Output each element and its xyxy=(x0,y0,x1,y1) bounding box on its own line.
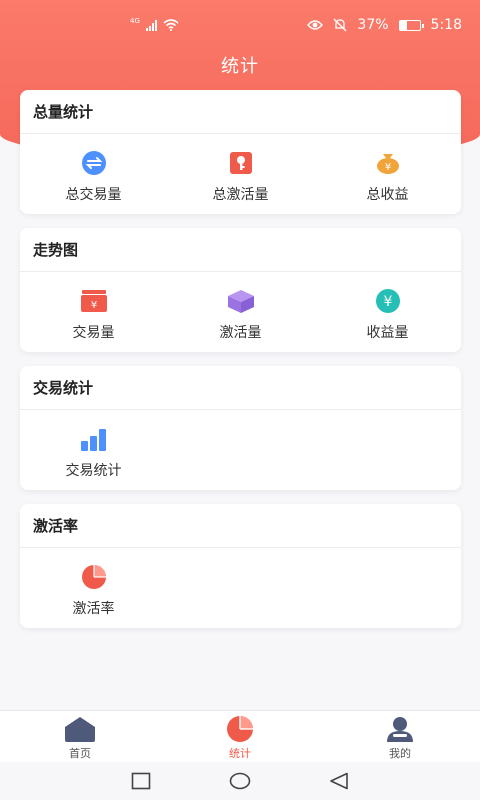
card-body: 总交易量 总激活量 ¥ 总收益 xyxy=(20,134,461,214)
wallet-icon: ¥ xyxy=(79,288,109,314)
card-body: 激活率 xyxy=(20,548,461,628)
item-transaction-stats[interactable]: 交易统计 xyxy=(20,410,167,490)
eye-icon xyxy=(307,20,324,30)
item-label: 总收益 xyxy=(366,187,409,203)
item-label: 收益量 xyxy=(366,325,409,341)
item-label: 激活率 xyxy=(72,601,115,617)
item-label: 交易量 xyxy=(72,325,115,341)
statistics-screen: 4G 37% 5:18 统计 总量统计 总交易量 总激活量 ¥ 总收益 走势图 … xyxy=(0,0,480,800)
item-total-revenue[interactable]: ¥ 总收益 xyxy=(314,134,461,214)
pie-chart-icon xyxy=(79,564,109,590)
item-label: 激活量 xyxy=(219,325,262,341)
tab-profile[interactable]: 我的 xyxy=(320,711,480,762)
item-label: 总激活量 xyxy=(212,187,269,203)
item-activation-volume[interactable]: 激活量 xyxy=(167,272,314,352)
network-type: 4G xyxy=(130,17,140,25)
signal-icon xyxy=(145,19,157,31)
mute-bell-icon xyxy=(333,18,347,32)
pie-chart-icon xyxy=(227,716,253,742)
item-revenue-volume[interactable]: ¥ 收益量 xyxy=(314,272,461,352)
svg-text:¥: ¥ xyxy=(384,162,390,173)
battery-icon xyxy=(398,19,424,31)
user-icon xyxy=(387,717,413,742)
back-icon[interactable] xyxy=(329,772,349,790)
home-icon xyxy=(65,717,95,742)
item-total-activations[interactable]: 总激活量 xyxy=(167,134,314,214)
card-title: 激活率 xyxy=(20,504,461,548)
bar-chart-icon xyxy=(79,426,109,452)
card-trend-chart: 走势图 ¥ 交易量 激活量 ¥ 收益量 xyxy=(20,228,461,352)
tab-statistics[interactable]: 统计 xyxy=(160,711,320,762)
item-transaction-volume[interactable]: ¥ 交易量 xyxy=(20,272,167,352)
tab-label: 首页 xyxy=(69,747,91,760)
card-body: ¥ 交易量 激活量 ¥ 收益量 xyxy=(20,272,461,352)
battery-percent: 37% xyxy=(357,17,389,33)
status-right: 37% 5:18 xyxy=(307,17,462,33)
status-time: 5:18 xyxy=(430,17,462,33)
svg-text:¥: ¥ xyxy=(90,300,96,311)
status-left: 4G xyxy=(130,18,179,31)
item-activation-rate[interactable]: 激活率 xyxy=(20,548,167,628)
card-activation-rate: 激活率 激活率 xyxy=(20,504,461,628)
item-label: 总交易量 xyxy=(65,187,122,203)
card-title: 总量统计 xyxy=(20,90,461,134)
tab-label: 统计 xyxy=(229,747,251,760)
card-title: 走势图 xyxy=(20,228,461,272)
card-total-stats: 总量统计 总交易量 总激活量 ¥ 总收益 xyxy=(20,90,461,214)
system-nav-bar xyxy=(0,762,480,800)
home-circle-icon[interactable] xyxy=(229,772,251,790)
card-body: 交易统计 xyxy=(20,410,461,490)
bottom-tab-bar: 首页 统计 我的 xyxy=(0,710,480,762)
box-icon xyxy=(226,288,256,314)
item-label: 交易统计 xyxy=(65,463,122,479)
svg-text:¥: ¥ xyxy=(383,294,392,310)
page-title: 统计 xyxy=(221,56,259,77)
yen-coin-icon: ¥ xyxy=(373,288,403,314)
key-icon xyxy=(226,150,256,176)
status-bar: 4G 37% 5:18 xyxy=(0,0,480,52)
tab-home[interactable]: 首页 xyxy=(0,711,160,762)
exchange-icon xyxy=(79,150,109,176)
card-title: 交易统计 xyxy=(20,366,461,410)
wifi-icon xyxy=(163,19,179,31)
item-total-transactions[interactable]: 总交易量 xyxy=(20,134,167,214)
tab-label: 我的 xyxy=(389,747,411,760)
card-transaction-stats: 交易统计 交易统计 xyxy=(20,366,461,490)
recent-apps-icon[interactable] xyxy=(131,772,151,790)
money-bag-icon: ¥ xyxy=(373,150,403,176)
